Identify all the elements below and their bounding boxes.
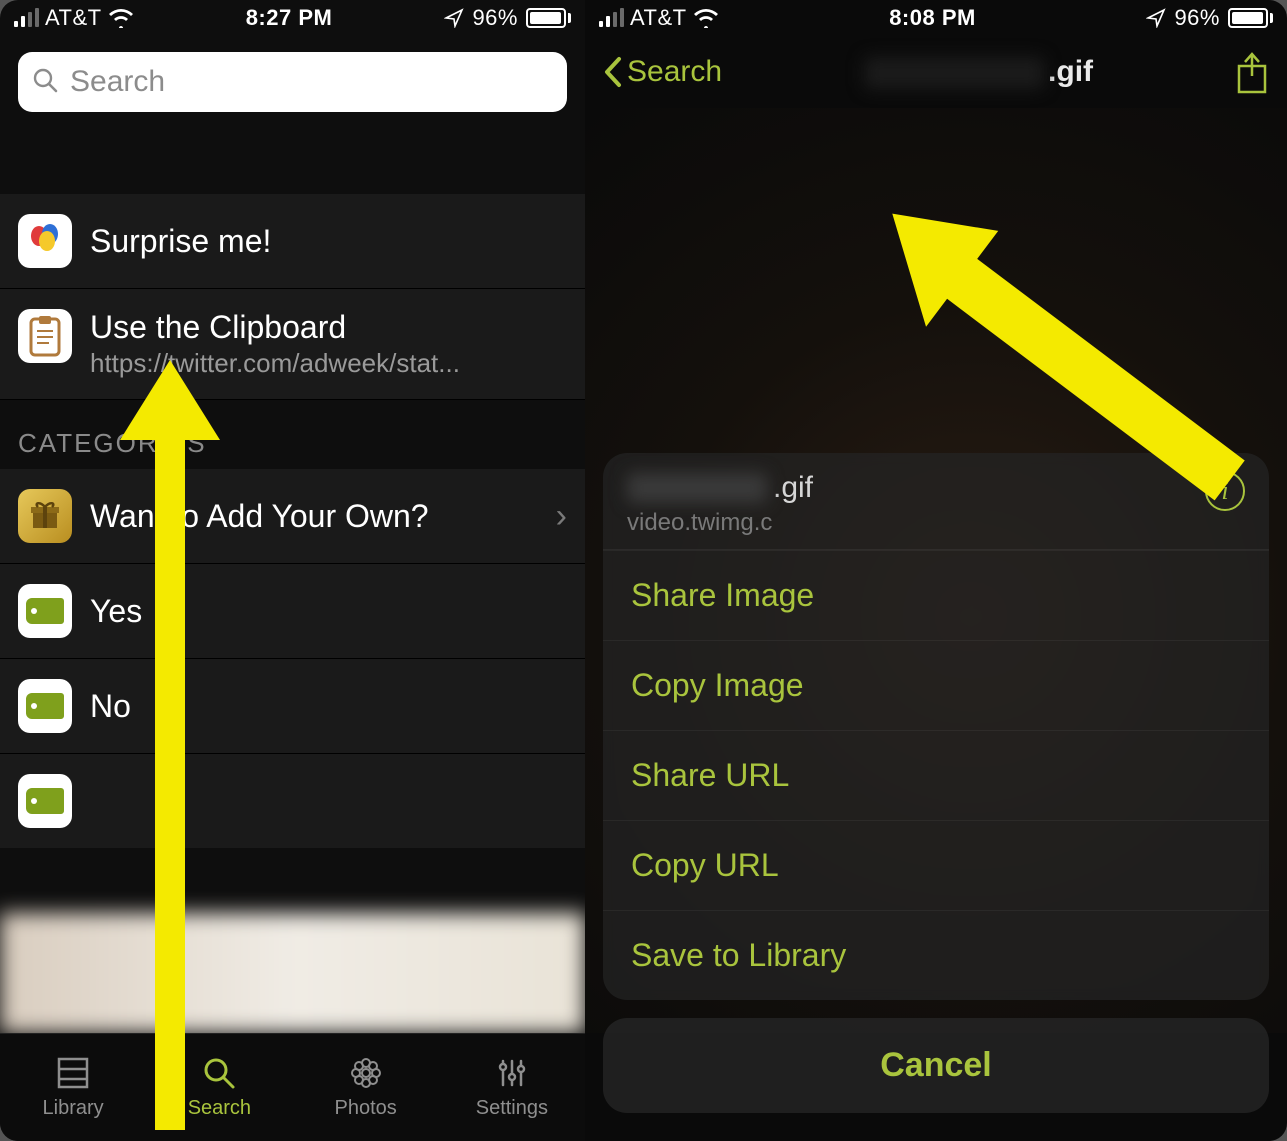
category-no[interactable]: No bbox=[0, 659, 585, 754]
search-bar[interactable] bbox=[18, 52, 567, 112]
tab-search[interactable]: Search bbox=[146, 1034, 292, 1141]
clipboard-sub: https://twitter.com/adweek/stat... bbox=[90, 348, 567, 379]
option-share-image[interactable]: Share Image bbox=[603, 550, 1269, 640]
back-button[interactable]: Search bbox=[603, 55, 722, 89]
nav-header: Search .gif bbox=[585, 36, 1287, 108]
battery-percent: 96% bbox=[472, 5, 518, 31]
cat0-title: Want to Add Your Own? bbox=[90, 498, 538, 535]
categories-header: CATEGORIES bbox=[0, 400, 585, 469]
carrier-label: AT&T bbox=[45, 5, 102, 31]
tab-settings-label: Settings bbox=[476, 1097, 548, 1120]
wifi-icon bbox=[108, 8, 134, 28]
cat1-title: Yes bbox=[90, 593, 567, 630]
location-icon bbox=[444, 8, 464, 28]
search-icon bbox=[32, 67, 58, 98]
category-partial[interactable] bbox=[0, 754, 585, 848]
gift-icon bbox=[18, 489, 72, 543]
tab-settings[interactable]: Settings bbox=[439, 1034, 585, 1141]
wifi-icon bbox=[693, 8, 719, 28]
tab-photos-label: Photos bbox=[334, 1097, 396, 1120]
tab-search-label: Search bbox=[188, 1097, 251, 1120]
option-save-library[interactable]: Save to Library bbox=[603, 910, 1269, 1000]
status-bar: AT&T 8:27 PM 96% bbox=[0, 0, 585, 36]
tag-icon bbox=[18, 584, 72, 638]
use-clipboard-row[interactable]: Use the Clipboard https://twitter.com/ad… bbox=[0, 289, 585, 400]
tab-library-label: Library bbox=[43, 1097, 104, 1120]
back-label: Search bbox=[627, 55, 722, 89]
clock: 8:08 PM bbox=[889, 5, 976, 31]
action-sheet-container: .gif video.twimg.c i Share Image Copy Im… bbox=[585, 453, 1287, 1141]
cat2-title: No bbox=[90, 688, 567, 725]
clipboard-title: Use the Clipboard bbox=[90, 309, 567, 346]
tab-bar: Library Search Photos S bbox=[0, 1033, 585, 1141]
battery-icon bbox=[1228, 8, 1273, 28]
option-share-url[interactable]: Share URL bbox=[603, 730, 1269, 820]
tab-library[interactable]: Library bbox=[0, 1034, 146, 1141]
category-add-own[interactable]: Want to Add Your Own? › bbox=[0, 469, 585, 564]
tag-icon bbox=[18, 679, 72, 733]
info-icon[interactable]: i bbox=[1205, 471, 1245, 511]
location-icon bbox=[1146, 8, 1166, 28]
tag-icon bbox=[18, 774, 72, 828]
battery-icon bbox=[526, 8, 571, 28]
search-input[interactable] bbox=[70, 65, 553, 99]
share-button[interactable] bbox=[1235, 52, 1269, 92]
cancel-button[interactable]: Cancel bbox=[603, 1018, 1269, 1113]
status-bar: AT&T 8:08 PM 96% bbox=[585, 0, 1287, 36]
battery-percent: 96% bbox=[1174, 5, 1220, 31]
signal-bars-icon bbox=[599, 9, 624, 27]
right-screenshot: AT&T 8:08 PM 96% Search .gif bbox=[585, 0, 1287, 1141]
ad-banner-blur bbox=[0, 913, 585, 1033]
page-title: .gif bbox=[722, 55, 1235, 89]
action-sheet: .gif video.twimg.c i Share Image Copy Im… bbox=[603, 453, 1269, 1000]
surprise-me-row[interactable]: Surprise me! bbox=[0, 194, 585, 289]
sheet-filename: .gif bbox=[627, 471, 1205, 505]
category-yes[interactable]: Yes bbox=[0, 564, 585, 659]
sheet-domain: video.twimg.c bbox=[627, 509, 1205, 537]
carrier-label: AT&T bbox=[630, 5, 687, 31]
option-copy-image[interactable]: Copy Image bbox=[603, 640, 1269, 730]
balloons-icon bbox=[18, 214, 72, 268]
surprise-title: Surprise me! bbox=[90, 223, 567, 260]
option-copy-url[interactable]: Copy URL bbox=[603, 820, 1269, 910]
tab-photos[interactable]: Photos bbox=[293, 1034, 439, 1141]
chevron-right-icon: › bbox=[556, 497, 567, 536]
title-suffix: .gif bbox=[1048, 55, 1093, 88]
clock: 8:27 PM bbox=[246, 5, 333, 31]
clipboard-icon bbox=[18, 309, 72, 363]
signal-bars-icon bbox=[14, 9, 39, 27]
left-screenshot: AT&T 8:27 PM 96% bbox=[0, 0, 585, 1141]
